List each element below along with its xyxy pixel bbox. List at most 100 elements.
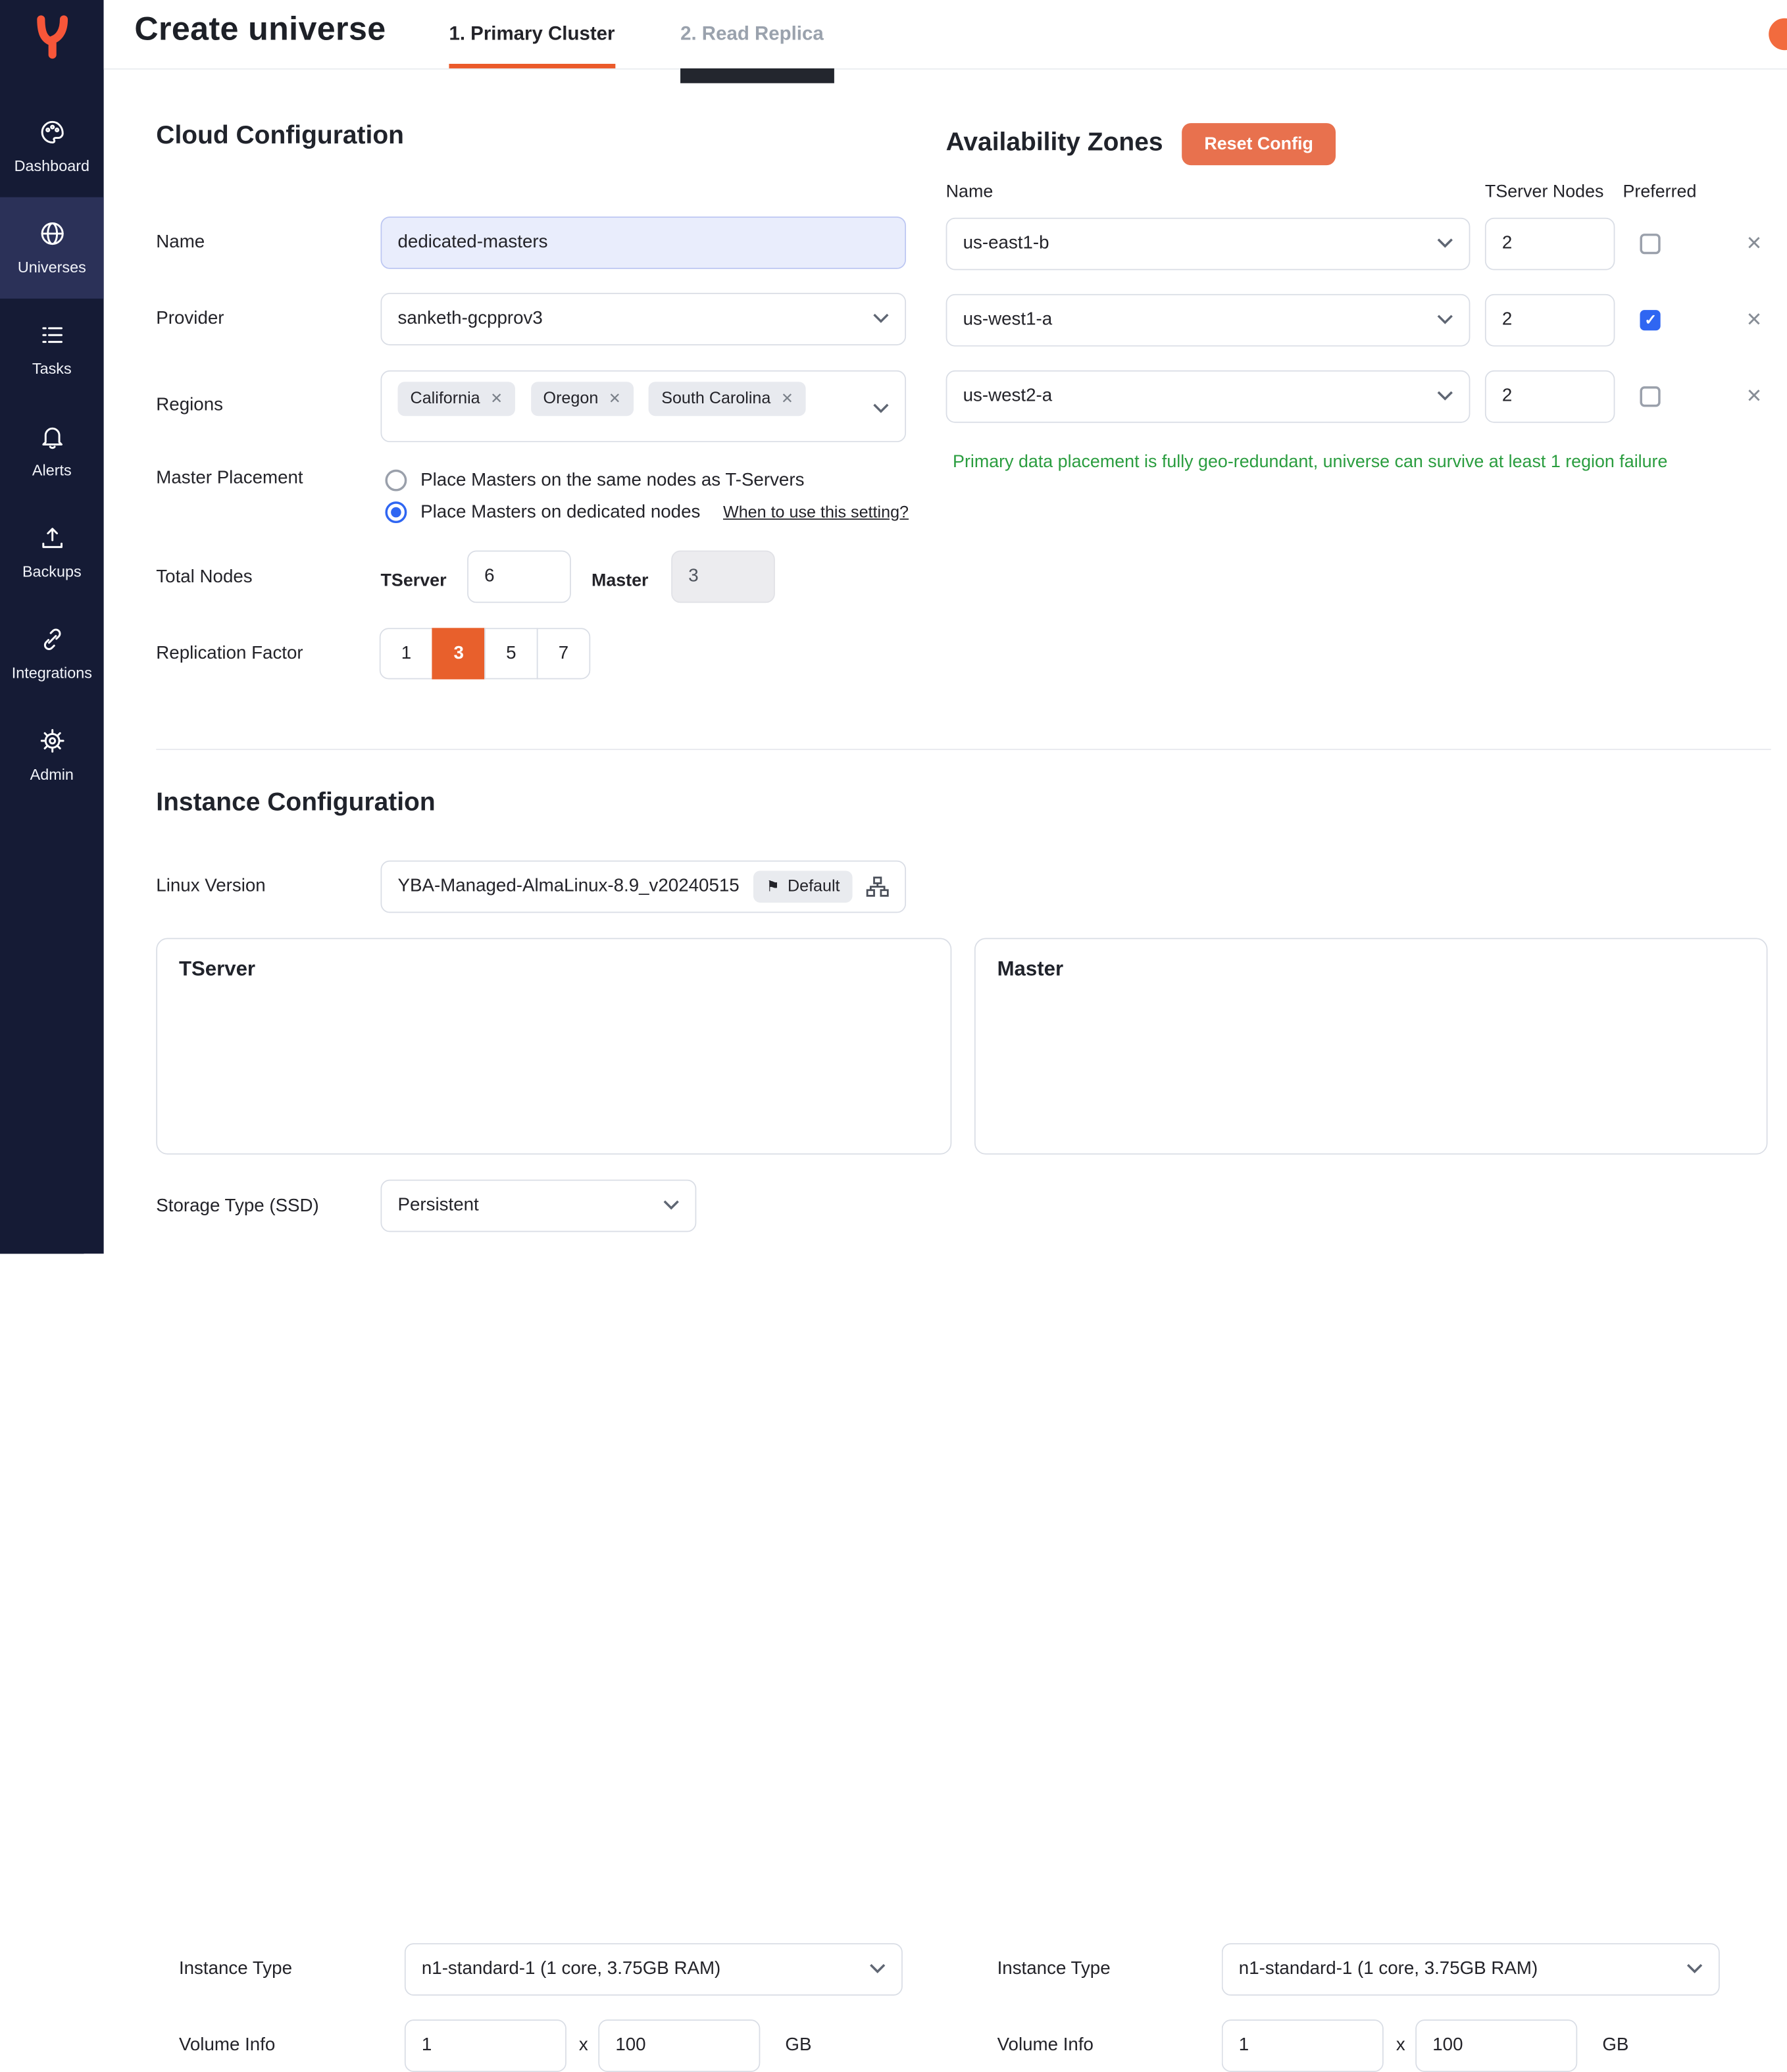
tab-primary-cluster[interactable]: 1. Primary Cluster	[449, 0, 615, 68]
when-to-use-link[interactable]: When to use this setting?	[723, 503, 909, 522]
preferred-checkbox[interactable]	[1640, 386, 1660, 407]
storage-type-select[interactable]: Persistent	[381, 1180, 697, 1232]
section-divider	[156, 749, 1771, 750]
az-zone-select[interactable]: us-west2-a	[946, 370, 1471, 423]
radio-selected-icon[interactable]	[385, 501, 407, 523]
volume-unit-label: GB	[1602, 2036, 1628, 2056]
preferred-checkbox[interactable]	[1640, 310, 1660, 330]
default-badge-label: Default	[788, 878, 840, 896]
instance-type-label: Instance Type	[179, 1959, 292, 1979]
chevron-down-icon	[873, 399, 889, 419]
linux-version-label: Linux Version	[156, 876, 265, 897]
rf-option-1[interactable]: 1	[380, 628, 433, 679]
az-zone-value: us-west1-a	[963, 310, 1053, 330]
sidebar-item-universes[interactable]: Universes	[0, 197, 104, 299]
volume-info-label: Volume Info	[997, 2036, 1094, 2056]
tserver-volume-count-input[interactable]	[405, 2019, 566, 2072]
master-count-input	[671, 551, 775, 603]
user-avatar[interactable]	[1769, 18, 1787, 50]
reset-config-button[interactable]: Reset Config	[1182, 123, 1336, 165]
storage-type-value: Persistent	[398, 1196, 479, 1216]
replication-factor-label: Replication Factor	[156, 644, 303, 665]
region-chip: South Carolina ✕	[649, 382, 806, 416]
rf-option-7[interactable]: 7	[537, 628, 590, 679]
az-zone-value: us-east1-b	[963, 234, 1049, 254]
master-card: Master Instance Type n1-standard-1 (1 co…	[974, 938, 1768, 1155]
az-zone-value: us-west2-a	[963, 386, 1053, 407]
tab-read-replica[interactable]: 2. Read Replica	[680, 0, 824, 68]
page-title: Create universe	[134, 11, 386, 49]
chevron-down-icon	[663, 1196, 679, 1216]
availability-zones-heading: Availability Zones	[946, 128, 1163, 157]
sidebar-item-label: Integrations	[12, 665, 92, 682]
sidebar-item-tasks[interactable]: Tasks	[0, 299, 104, 400]
rf-option-5[interactable]: 5	[484, 628, 538, 679]
linux-version-value: YBA-Managed-AlmaLinux-8.9_v20240515	[398, 876, 754, 897]
sidebar-item-label: Alerts	[32, 462, 72, 479]
tab-label: 1. Primary Cluster	[449, 23, 615, 46]
radio-unselected-icon[interactable]	[385, 470, 407, 492]
az-nodes-input[interactable]	[1485, 370, 1615, 423]
page-header: Create universe 1. Primary Cluster 2. Re…	[104, 0, 1787, 70]
az-col-preferred: Preferred	[1623, 182, 1697, 203]
yugabyte-logo-icon[interactable]	[0, 0, 104, 73]
sidebar-item-alerts[interactable]: Alerts	[0, 400, 104, 501]
sidebar-item-label: Tasks	[32, 360, 72, 377]
az-zone-select[interactable]: us-east1-b	[946, 218, 1471, 270]
regions-multiselect[interactable]: California ✕ Oregon ✕ South Carolina ✕	[381, 370, 906, 442]
master-card-title: Master	[997, 957, 1064, 981]
sidebar-item-label: Admin	[30, 766, 74, 783]
chevron-down-icon	[1437, 310, 1453, 330]
master-placement-option-1[interactable]: Place Masters on the same nodes as T-Ser…	[385, 470, 804, 492]
tserver-count-label: TServer	[381, 571, 447, 592]
master-volume-count-input[interactable]	[1222, 2019, 1384, 2072]
az-nodes-input[interactable]	[1485, 294, 1615, 347]
master-volume-size-input[interactable]	[1415, 2019, 1577, 2072]
rf-option-3[interactable]: 3	[432, 628, 485, 679]
provider-select[interactable]: sanketh-gcpprov3	[381, 293, 906, 345]
create-universe-page: Dashboard Universes Tasks Alerts	[0, 0, 1787, 1253]
instance-type-value: n1-standard-1 (1 core, 3.75GB RAM)	[1239, 1959, 1538, 1979]
remove-region-icon[interactable]: ✕	[490, 390, 503, 408]
globe-icon	[38, 220, 66, 251]
remove-region-icon[interactable]: ✕	[781, 390, 793, 408]
sidebar-item-admin[interactable]: Admin	[0, 704, 104, 805]
volume-times-label: x	[579, 2036, 588, 2056]
master-instance-type-select[interactable]: n1-standard-1 (1 core, 3.75GB RAM)	[1222, 1943, 1720, 1996]
sidebar-item-integrations[interactable]: Integrations	[0, 603, 104, 704]
universe-name-input[interactable]	[381, 216, 906, 269]
region-chip-label: South Carolina	[661, 390, 770, 408]
tserver-card: TServer Instance Type n1-standard-1 (1 c…	[156, 938, 951, 1155]
gear-icon	[38, 727, 66, 758]
storage-type-label: Storage Type (SSD)	[156, 1197, 319, 1217]
version-tree-icon[interactable]	[866, 876, 889, 897]
sidebar-item-label: Backups	[22, 563, 82, 580]
name-label: Name	[156, 232, 205, 253]
replication-factor-group: 1 3 5 7	[380, 628, 590, 679]
remove-az-icon[interactable]: ✕	[1746, 234, 1763, 253]
tserver-instance-type-select[interactable]: n1-standard-1 (1 core, 3.75GB RAM)	[405, 1943, 903, 1996]
provider-value: sanketh-gcpprov3	[398, 309, 543, 329]
sidebar-item-dashboard[interactable]: Dashboard	[0, 95, 104, 197]
remove-az-icon[interactable]: ✕	[1746, 386, 1763, 405]
az-col-name: Name	[946, 182, 994, 203]
az-nodes-input[interactable]	[1485, 218, 1615, 270]
master-placement-label: Master Placement	[156, 468, 303, 489]
master-count-label: Master	[591, 571, 649, 592]
remove-region-icon[interactable]: ✕	[609, 390, 621, 408]
linux-version-select[interactable]: YBA-Managed-AlmaLinux-8.9_v20240515 ⚑ De…	[381, 861, 906, 913]
volume-info-label: Volume Info	[179, 2036, 275, 2056]
tserver-card-title: TServer	[179, 957, 255, 981]
regions-label: Regions	[156, 395, 223, 416]
sidebar-item-backups[interactable]: Backups	[0, 501, 104, 603]
tserver-volume-size-input[interactable]	[598, 2019, 760, 2072]
instance-type-value: n1-standard-1 (1 core, 3.75GB RAM)	[422, 1959, 720, 1979]
remove-az-icon[interactable]: ✕	[1746, 310, 1763, 329]
geo-redundancy-message: Primary data placement is fully geo-redu…	[953, 453, 1667, 473]
az-zone-select[interactable]: us-west1-a	[946, 294, 1471, 347]
chevron-down-icon	[1687, 1959, 1703, 1979]
preferred-checkbox[interactable]	[1640, 234, 1660, 254]
master-placement-option-2[interactable]: Place Masters on dedicated nodes When to…	[385, 501, 909, 523]
region-chip: Oregon ✕	[530, 382, 633, 416]
tserver-count-input[interactable]	[467, 551, 571, 603]
